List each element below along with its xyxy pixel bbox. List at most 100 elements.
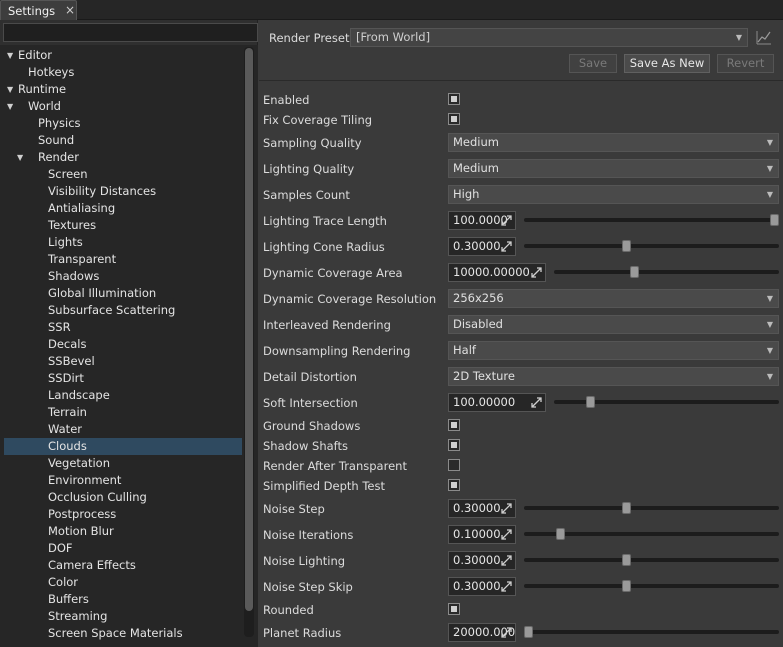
expand-arrows-icon[interactable] [501, 627, 512, 638]
save-button[interactable]: Save [569, 54, 617, 73]
sampling-quality-dropdown[interactable]: Medium ▼ [448, 133, 779, 152]
ground-shadows-checkbox[interactable] [448, 419, 460, 431]
sidebar-item-motion-blur[interactable]: Motion Blur [4, 523, 242, 540]
sidebar-item-runtime[interactable]: ▼ Runtime [4, 81, 242, 98]
soft-intersection-field[interactable]: 100.00000 [448, 393, 546, 412]
sidebar-item-streaming[interactable]: Streaming [4, 608, 242, 625]
lighting-cone-radius-slider-handle[interactable] [622, 240, 631, 252]
sidebar-item-visibility-distances[interactable]: Visibility Distances [4, 183, 242, 200]
noise-iterations-field[interactable]: 0.10000 [448, 525, 516, 544]
sidebar-item-screen[interactable]: Screen [4, 166, 242, 183]
sidebar-item-ssdirt[interactable]: SSDirt [4, 370, 242, 387]
preset-graph-icon[interactable] [755, 28, 773, 46]
sidebar-item-postprocess[interactable]: Postprocess [4, 506, 242, 523]
dynamic-coverage-resolution-dropdown[interactable]: 256x256 ▼ [448, 289, 779, 308]
planet-radius-slider[interactable] [524, 630, 779, 634]
sidebar-item-buffers[interactable]: Buffers [4, 591, 242, 608]
planet-radius-slider-handle[interactable] [524, 626, 533, 638]
interleaved-rendering-dropdown[interactable]: Disabled ▼ [448, 315, 779, 334]
sidebar-item-sound[interactable]: Sound [4, 132, 242, 149]
noise-iterations-slider-handle[interactable] [556, 528, 565, 540]
sidebar-item-textures[interactable]: Textures [4, 217, 242, 234]
noise-lighting-field[interactable]: 0.30000 [448, 551, 516, 570]
tree-scrollbar-thumb[interactable] [245, 48, 253, 611]
expand-triangle-icon[interactable]: ▼ [7, 98, 13, 115]
sidebar-item-antialiasing[interactable]: Antialiasing [4, 200, 242, 217]
lighting-cone-radius-field[interactable]: 0.30000 [448, 237, 516, 256]
render-after-transparent-checkbox[interactable] [448, 459, 460, 471]
tree-scrollbar[interactable] [244, 47, 254, 637]
sidebar-item-camera-effects[interactable]: Camera Effects [4, 557, 242, 574]
sidebar-item-terrain[interactable]: Terrain [4, 404, 242, 421]
sidebar-item-editor[interactable]: ▼ Editor [4, 47, 242, 64]
lighting-trace-length-slider[interactable] [524, 218, 779, 222]
expand-triangle-icon[interactable]: ▼ [7, 47, 13, 64]
sidebar-item-physics[interactable]: Physics [4, 115, 242, 132]
sidebar-item-hotkeys[interactable]: Hotkeys [4, 64, 242, 81]
detail-distortion-dropdown[interactable]: 2D Texture ▼ [448, 367, 779, 386]
planet-radius-field[interactable]: 20000.0000 [448, 623, 516, 642]
sidebar-item-global-illumination[interactable]: Global Illumination [4, 285, 242, 302]
sidebar-item-color[interactable]: Color [4, 574, 242, 591]
save-as-new-button[interactable]: Save As New [624, 54, 710, 73]
expand-arrows-icon[interactable] [501, 555, 512, 566]
sidebar-item-ssr[interactable]: SSR [4, 319, 242, 336]
sidebar-item-clouds[interactable]: Clouds [4, 438, 242, 455]
enabled-checkbox[interactable] [448, 93, 460, 105]
lighting-trace-length-field[interactable]: 100.0000 [448, 211, 516, 230]
downsampling-rendering-dropdown[interactable]: Half ▼ [448, 341, 779, 360]
chevron-down-icon: ▼ [766, 320, 773, 329]
sidebar-item-world[interactable]: ▼ World [4, 98, 242, 115]
sidebar-item-render[interactable]: ▼ Render [4, 149, 242, 166]
noise-step-slider-handle[interactable] [622, 502, 631, 514]
fix-coverage-tiling-checkbox[interactable] [448, 113, 460, 125]
noise-step-skip-slider-handle[interactable] [622, 580, 631, 592]
noise-step-skip-field[interactable]: 0.30000 [448, 577, 516, 596]
lighting-trace-length-slider-handle[interactable] [770, 214, 779, 226]
samples-count-dropdown[interactable]: High ▼ [448, 185, 779, 204]
shadow-shafts-checkbox[interactable] [448, 439, 460, 451]
dynamic-coverage-area-field[interactable]: 10000.00000 [448, 263, 546, 282]
expand-arrows-icon[interactable] [501, 529, 512, 540]
sidebar-item-shadows[interactable]: Shadows [4, 268, 242, 285]
expand-arrows-icon[interactable] [531, 397, 542, 408]
lighting-quality-dropdown[interactable]: Medium ▼ [448, 159, 779, 178]
expand-triangle-icon[interactable]: ▼ [17, 149, 23, 166]
noise-step-skip-slider[interactable] [524, 584, 779, 588]
dynamic-coverage-area-slider[interactable] [554, 270, 779, 274]
expand-arrows-icon[interactable] [501, 581, 512, 592]
sidebar-item-ssbevel[interactable]: SSBevel [4, 353, 242, 370]
expand-arrows-icon[interactable] [501, 241, 512, 252]
render-preset-dropdown[interactable]: [From World] ▼ [350, 28, 748, 47]
soft-intersection-slider-handle[interactable] [586, 396, 595, 408]
expand-triangle-icon[interactable]: ▼ [7, 81, 13, 98]
sidebar-item-transparent[interactable]: Transparent [4, 251, 242, 268]
search-input[interactable] [3, 23, 258, 42]
sidebar-item-landscape[interactable]: Landscape [4, 387, 242, 404]
noise-step-slider[interactable] [524, 506, 779, 510]
sidebar-item-vegetation[interactable]: Vegetation [4, 455, 242, 472]
sidebar-item-screen-space-materials[interactable]: Screen Space Materials [4, 625, 242, 642]
sidebar-item-dof[interactable]: DOF [4, 540, 242, 557]
close-icon[interactable]: × [65, 3, 75, 17]
sidebar-item-label: World [28, 99, 61, 113]
sidebar-item-occlusion-culling[interactable]: Occlusion Culling [4, 489, 242, 506]
tab-settings[interactable]: Settings × [0, 0, 77, 20]
expand-arrows-icon[interactable] [501, 215, 512, 226]
rounded-checkbox[interactable] [448, 603, 460, 615]
sidebar-item-decals[interactable]: Decals [4, 336, 242, 353]
sidebar-item-environment[interactable]: Environment [4, 472, 242, 489]
noise-step-skip-value: 0.30000 [453, 579, 501, 593]
simplified-depth-test-checkbox[interactable] [448, 479, 460, 491]
revert-button[interactable]: Revert [717, 54, 774, 73]
lighting-cone-radius-slider[interactable] [524, 244, 779, 248]
sidebar-item-lights[interactable]: Lights [4, 234, 242, 251]
noise-step-field[interactable]: 0.30000 [448, 499, 516, 518]
expand-arrows-icon[interactable] [501, 503, 512, 514]
expand-arrows-icon[interactable] [531, 267, 542, 278]
sidebar-item-subsurface-scattering[interactable]: Subsurface Scattering [4, 302, 242, 319]
sidebar-item-water[interactable]: Water [4, 421, 242, 438]
dynamic-coverage-area-slider-handle[interactable] [630, 266, 639, 278]
noise-lighting-slider-handle[interactable] [622, 554, 631, 566]
noise-lighting-slider[interactable] [524, 558, 779, 562]
